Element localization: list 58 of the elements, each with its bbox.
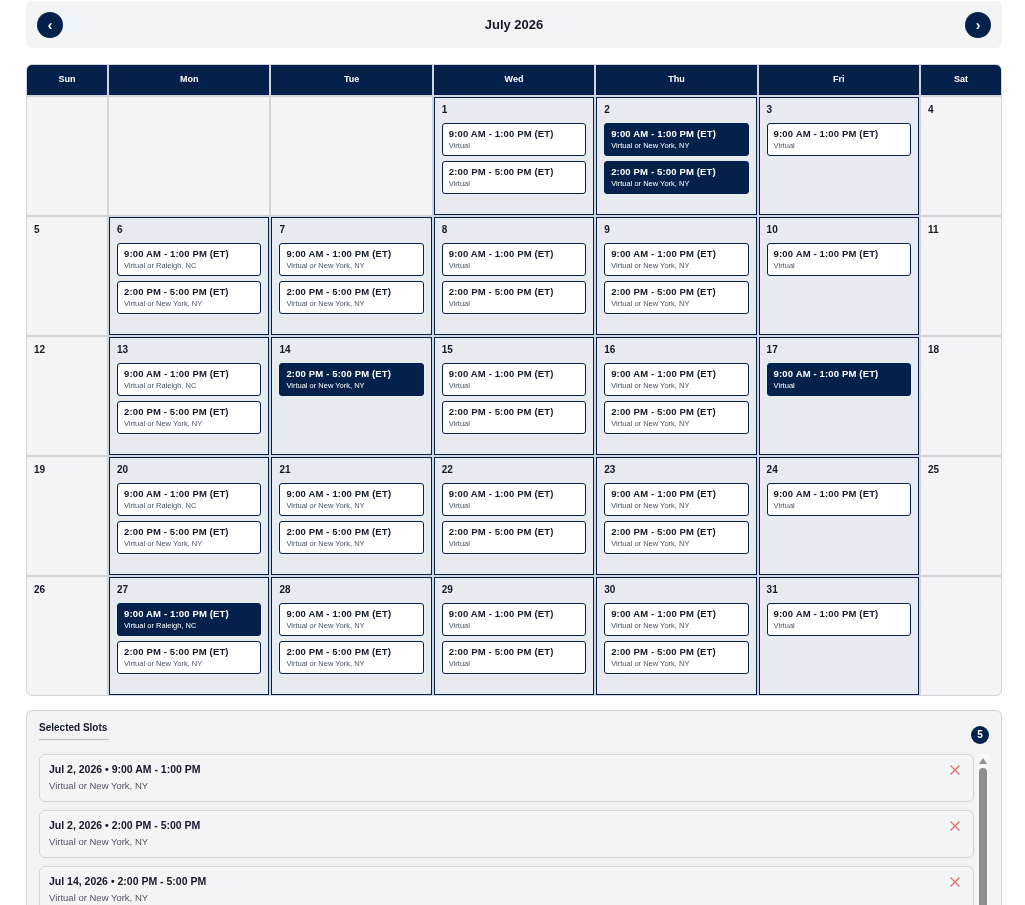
slot-location: Virtual or New York, NY (49, 835, 149, 849)
weekday-header: Mon (109, 65, 270, 95)
weekday-header: Fri (758, 65, 919, 95)
close-icon (950, 821, 960, 831)
day-number: 7 (279, 223, 285, 237)
day-number: 16 (604, 343, 616, 357)
weekday-header: Thu (596, 65, 757, 95)
remove-button[interactable] (950, 877, 960, 887)
slot-location: Virtual or New York, NY (49, 779, 149, 793)
remove-button[interactable] (950, 765, 960, 775)
slot-title: Jul 2, 2026 • 2:00 PM - 5:00 PM (49, 818, 201, 832)
day-number: 28 (279, 583, 291, 597)
day-number: 8 (441, 223, 448, 237)
day-number: 25 (928, 463, 940, 477)
remove-button[interactable] (950, 821, 960, 831)
slot-title: Jul 2, 2026 • 9:00 AM - 1:00 PM (49, 762, 201, 776)
day-number: 12 (34, 343, 46, 357)
day-number: 27 (117, 583, 129, 597)
slot-location: Virtual or New York, NY (49, 891, 149, 905)
day-number: 13 (117, 343, 129, 357)
day-number: 29 (441, 583, 453, 597)
day-number: 1 (441, 103, 448, 117)
day-number: 30 (604, 583, 616, 597)
next-month-button[interactable]: › (965, 11, 991, 38)
day-number: 14 (279, 343, 291, 357)
day-number: 20 (117, 463, 129, 477)
day-number: 18 (928, 343, 940, 357)
scrollbar-track[interactable] (977, 754, 989, 905)
close-icon (950, 877, 960, 887)
day-number: 5 (34, 223, 40, 237)
slot-title: Jul 14, 2026 • 2:00 PM - 5:00 PM (49, 874, 207, 888)
prev-month-button[interactable]: ‹ (37, 11, 63, 38)
day-number: 9 (604, 223, 610, 237)
day-number: 11 (928, 223, 939, 237)
day-number: 24 (766, 463, 778, 477)
day-number: 4 (928, 103, 934, 117)
weekday-header: Sun (27, 65, 107, 95)
count-badge: 5 (971, 726, 989, 744)
month-title: July 2026 (484, 15, 544, 34)
weekday-header: Tue (271, 65, 432, 95)
scrollbar-thumb[interactable] (979, 768, 987, 905)
day-number: 17 (766, 343, 778, 357)
day-number: 3 (766, 103, 773, 117)
weekday-header: Wed (433, 65, 595, 95)
day-number: 23 (604, 463, 616, 477)
day-number: 15 (441, 343, 453, 357)
weekday-header: Sat (921, 65, 1001, 95)
day-number: 6 (117, 223, 123, 237)
day-number: 21 (279, 463, 291, 477)
close-icon (950, 765, 960, 775)
scroll-up-arrow-icon[interactable] (979, 758, 987, 764)
day-number: 10 (766, 223, 778, 237)
day-number: 2 (604, 103, 610, 117)
section-title: Selected Slots (39, 721, 110, 740)
day-number: 31 (766, 583, 778, 597)
day-number: 26 (34, 583, 46, 597)
day-number: 19 (34, 463, 46, 477)
day-number: 22 (441, 463, 453, 477)
